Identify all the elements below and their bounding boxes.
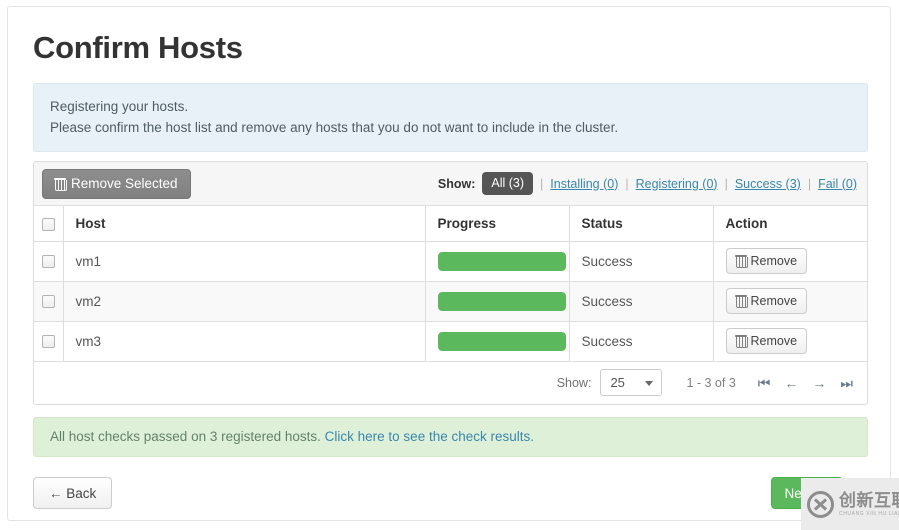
column-header-status: Status [569,206,714,242]
select-all-header [34,206,64,242]
cell-action: Remove [713,321,867,362]
table-pagination: Show: 25 1 - 3 of 3 ⏮ ← → ⏭ [34,361,867,404]
filter-separator: | [724,176,728,191]
filter-registering[interactable]: Registering (0) [636,177,718,191]
remove-host-button[interactable]: Remove [725,248,808,274]
next-page-icon[interactable]: → [812,376,826,390]
column-header-host: Host [63,206,426,242]
row-select-cell [34,321,64,362]
pagination-show-label: Show: [556,375,592,390]
host-checks-alert: All host checks passed on 3 registered h… [33,417,868,457]
page-size-value: 25 [610,375,625,390]
filter-installing[interactable]: Installing (0) [550,177,618,191]
trash-icon [734,255,748,268]
row-select-cell [34,241,64,282]
table-row: vm3 Success Remove [34,321,867,362]
cell-progress [425,241,570,282]
remove-host-label: Remove [750,294,798,308]
cell-action: Remove [713,241,867,282]
watermark-pinyin-label: CHUANG XIN HU LIAN [839,510,899,517]
cell-status: Success [569,281,714,322]
filters-show-label: Show: [437,176,476,191]
remove-host-button[interactable]: Remove [725,288,808,314]
chevron-down-icon [645,381,654,386]
info-alert: Registering your hosts. Please confirm t… [33,83,868,152]
column-header-progress: Progress [425,206,570,242]
watermark-chinese-label: 创新互联 [839,490,899,510]
progress-bar-fill [437,331,566,351]
filter-separator: | [540,176,544,191]
progress-bar [437,291,566,311]
hosts-table: Host Progress Status Action vm1 Success … [34,206,867,362]
screen-root: Confirm Hosts Registering your hosts. Pl… [0,0,899,530]
table-row: vm1 Success Remove [34,241,867,282]
page-size-select[interactable]: 25 [600,369,663,396]
filter-fail[interactable]: Fail (0) [818,177,857,191]
filter-success[interactable]: Success (3) [735,177,801,191]
progress-bar-fill [437,291,566,311]
filter-separator: | [625,176,629,191]
prev-page-icon[interactable]: ← [784,376,798,390]
host-checks-text: All host checks passed on 3 registered h… [50,429,325,444]
select-all-checkbox[interactable] [41,217,55,231]
pagination-arrows: ⏮ ← → ⏭ [758,376,853,390]
last-page-icon[interactable]: ⏭ [840,376,853,390]
cell-status: Success [569,241,714,282]
back-button[interactable]: ← Back [33,477,113,509]
wizard-panel: Confirm Hosts Registering your hosts. Pl… [7,6,891,521]
cell-status: Success [569,321,714,362]
column-header-action: Action [713,206,867,242]
pagination-range: 1 - 3 of 3 [686,375,736,390]
watermark-overlay: 创新互联 CHUANG XIN HU LIAN [801,478,899,530]
status-filters: Show: All (3) | Installing (0) | Registe… [438,172,857,195]
row-checkbox[interactable] [41,255,55,269]
row-checkbox[interactable] [41,335,55,349]
progress-bar-fill [437,251,566,271]
watermark-logo-icon [807,490,834,518]
filter-separator: | [807,176,812,191]
cell-progress [425,321,570,362]
info-alert-line-2: Please confirm the host list and remove … [50,120,619,135]
table-header-row: Host Progress Status Action [34,206,867,242]
cell-host: vm3 [63,321,426,362]
progress-bar [437,251,566,271]
first-page-icon[interactable]: ⏮ [758,376,771,390]
hosts-table-panel: Remove Selected Show: All (3) | Installi… [33,161,868,405]
page-title: Confirm Hosts [33,30,243,65]
row-select-cell [34,281,64,322]
remove-host-label: Remove [750,254,798,268]
table-row: vm2 Success Remove [34,281,867,322]
filter-all[interactable]: All (3) [482,172,534,195]
cell-host: vm1 [63,241,426,282]
cell-progress [425,281,570,322]
remove-selected-label: Remove Selected [71,176,178,191]
table-toolbar: Remove Selected Show: All (3) | Installi… [34,162,867,206]
trash-icon [734,295,748,308]
remove-host-label: Remove [750,334,798,348]
cell-host: vm2 [63,281,426,322]
remove-selected-button[interactable]: Remove Selected [42,168,191,199]
check-results-link[interactable]: Click here to see the check results. [325,429,534,444]
trash-icon [54,177,67,191]
row-checkbox[interactable] [41,295,55,309]
remove-host-button[interactable]: Remove [725,328,808,354]
progress-bar [437,331,566,351]
cell-action: Remove [713,281,867,322]
info-alert-line-1: Registering your hosts. [50,99,189,114]
trash-icon [734,335,748,348]
watermark-text: 创新互联 CHUANG XIN HU LIAN [839,492,899,517]
